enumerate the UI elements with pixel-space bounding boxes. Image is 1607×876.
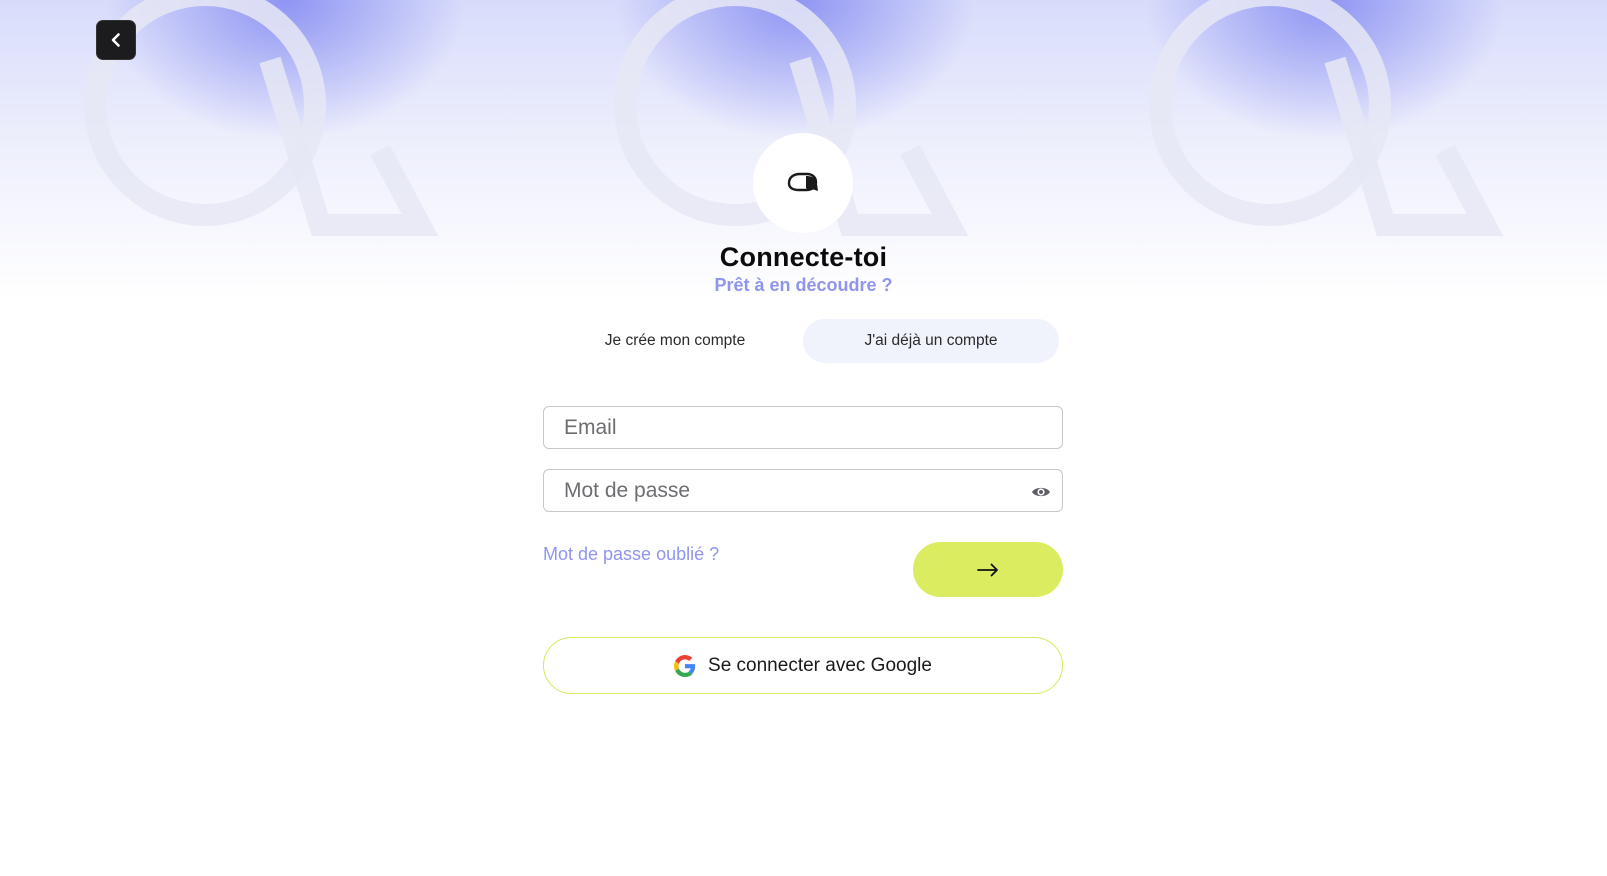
eye-icon [1032,487,1050,497]
tab-create-account[interactable]: Je crée mon compte [547,319,803,363]
password-visibility-toggle[interactable] [1030,481,1052,503]
submit-button[interactable] [913,542,1063,597]
password-input[interactable] [544,470,1062,511]
arrow-right-icon [977,563,998,576]
back-button[interactable] [96,20,136,60]
forgot-password-link[interactable]: Mot de passe oublié ? [543,544,719,565]
google-signin-label: Se connecter avec Google [708,654,932,676]
auth-tabs: Je crée mon compte J'ai déjà un compte [547,319,1060,363]
google-signin-button[interactable]: Se connecter avec Google [543,637,1063,694]
page-title: Connecte-toi [719,242,888,272]
app-logo [753,133,853,233]
email-field-wrapper [543,406,1063,449]
google-icon [674,654,696,677]
email-input[interactable] [544,407,1062,448]
page-subtitle: Prêt à en découdre ? [714,275,893,295]
chat-bubble-icon [787,172,818,192]
chevron-left-icon [111,33,120,47]
password-field-wrapper [543,469,1063,512]
tab-existing-account[interactable]: J'ai déjà un compte [803,319,1059,363]
